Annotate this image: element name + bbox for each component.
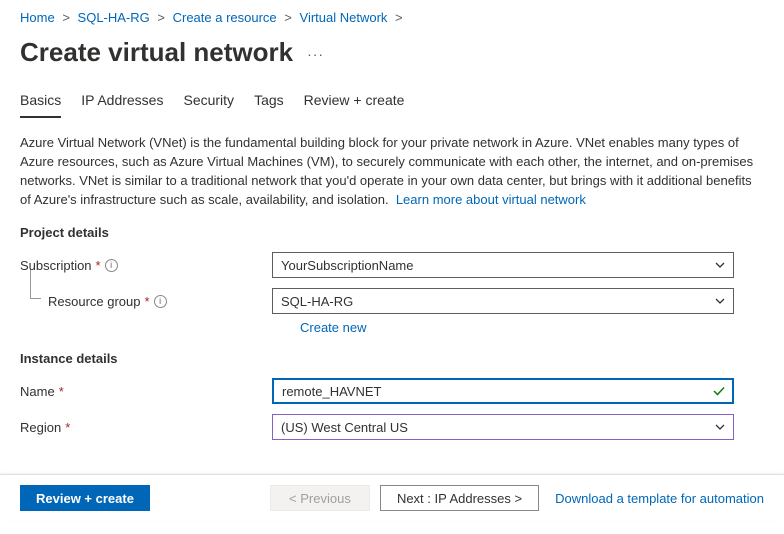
name-input[interactable]: remote_HAVNET	[272, 378, 734, 404]
chevron-right-icon: >	[284, 10, 292, 25]
page-title: Create virtual network	[20, 37, 293, 68]
chevron-down-icon	[714, 421, 726, 433]
chevron-right-icon: >	[395, 10, 403, 25]
learn-more-link[interactable]: Learn more about virtual network	[396, 192, 586, 207]
info-icon[interactable]: i	[105, 259, 118, 272]
resource-group-select[interactable]: SQL-HA-RG	[272, 288, 734, 314]
chevron-right-icon: >	[157, 10, 165, 25]
breadcrumb-item[interactable]: Virtual Network	[300, 10, 388, 25]
create-new-link[interactable]: Create new	[300, 320, 366, 335]
next-button[interactable]: Next : IP Addresses >	[380, 485, 539, 511]
tabs: Basics IP Addresses Security Tags Review…	[20, 86, 764, 118]
subscription-select[interactable]: YourSubscriptionName	[272, 252, 734, 278]
more-actions-button[interactable]: ···	[307, 40, 324, 62]
breadcrumb-item[interactable]: SQL-HA-RG	[78, 10, 150, 25]
section-project-details: Project details	[20, 225, 764, 240]
breadcrumb-home[interactable]: Home	[20, 10, 55, 25]
region-label: Region*	[20, 420, 272, 435]
info-icon[interactable]: i	[154, 295, 167, 308]
tab-tags[interactable]: Tags	[254, 86, 284, 118]
region-select[interactable]: (US) West Central US	[272, 414, 734, 440]
tab-ip-addresses[interactable]: IP Addresses	[81, 86, 163, 118]
name-label: Name*	[20, 384, 272, 399]
resource-group-label: Resource group* i	[48, 294, 272, 309]
previous-button: < Previous	[270, 485, 370, 511]
footer-bar: Review + create < Previous Next : IP Add…	[0, 474, 784, 521]
breadcrumb: Home > SQL-HA-RG > Create a resource > V…	[20, 0, 764, 33]
check-icon	[712, 384, 726, 398]
description: Azure Virtual Network (VNet) is the fund…	[20, 134, 764, 209]
breadcrumb-item[interactable]: Create a resource	[173, 10, 277, 25]
tab-basics[interactable]: Basics	[20, 86, 61, 118]
section-instance-details: Instance details	[20, 351, 764, 366]
chevron-down-icon	[714, 259, 726, 271]
tab-security[interactable]: Security	[183, 86, 234, 118]
chevron-down-icon	[714, 295, 726, 307]
review-create-button[interactable]: Review + create	[20, 485, 150, 511]
subscription-label: Subscription* i	[20, 258, 272, 273]
chevron-right-icon: >	[62, 10, 70, 25]
download-template-link[interactable]: Download a template for automation	[555, 491, 764, 506]
tab-review-create[interactable]: Review + create	[304, 86, 405, 118]
